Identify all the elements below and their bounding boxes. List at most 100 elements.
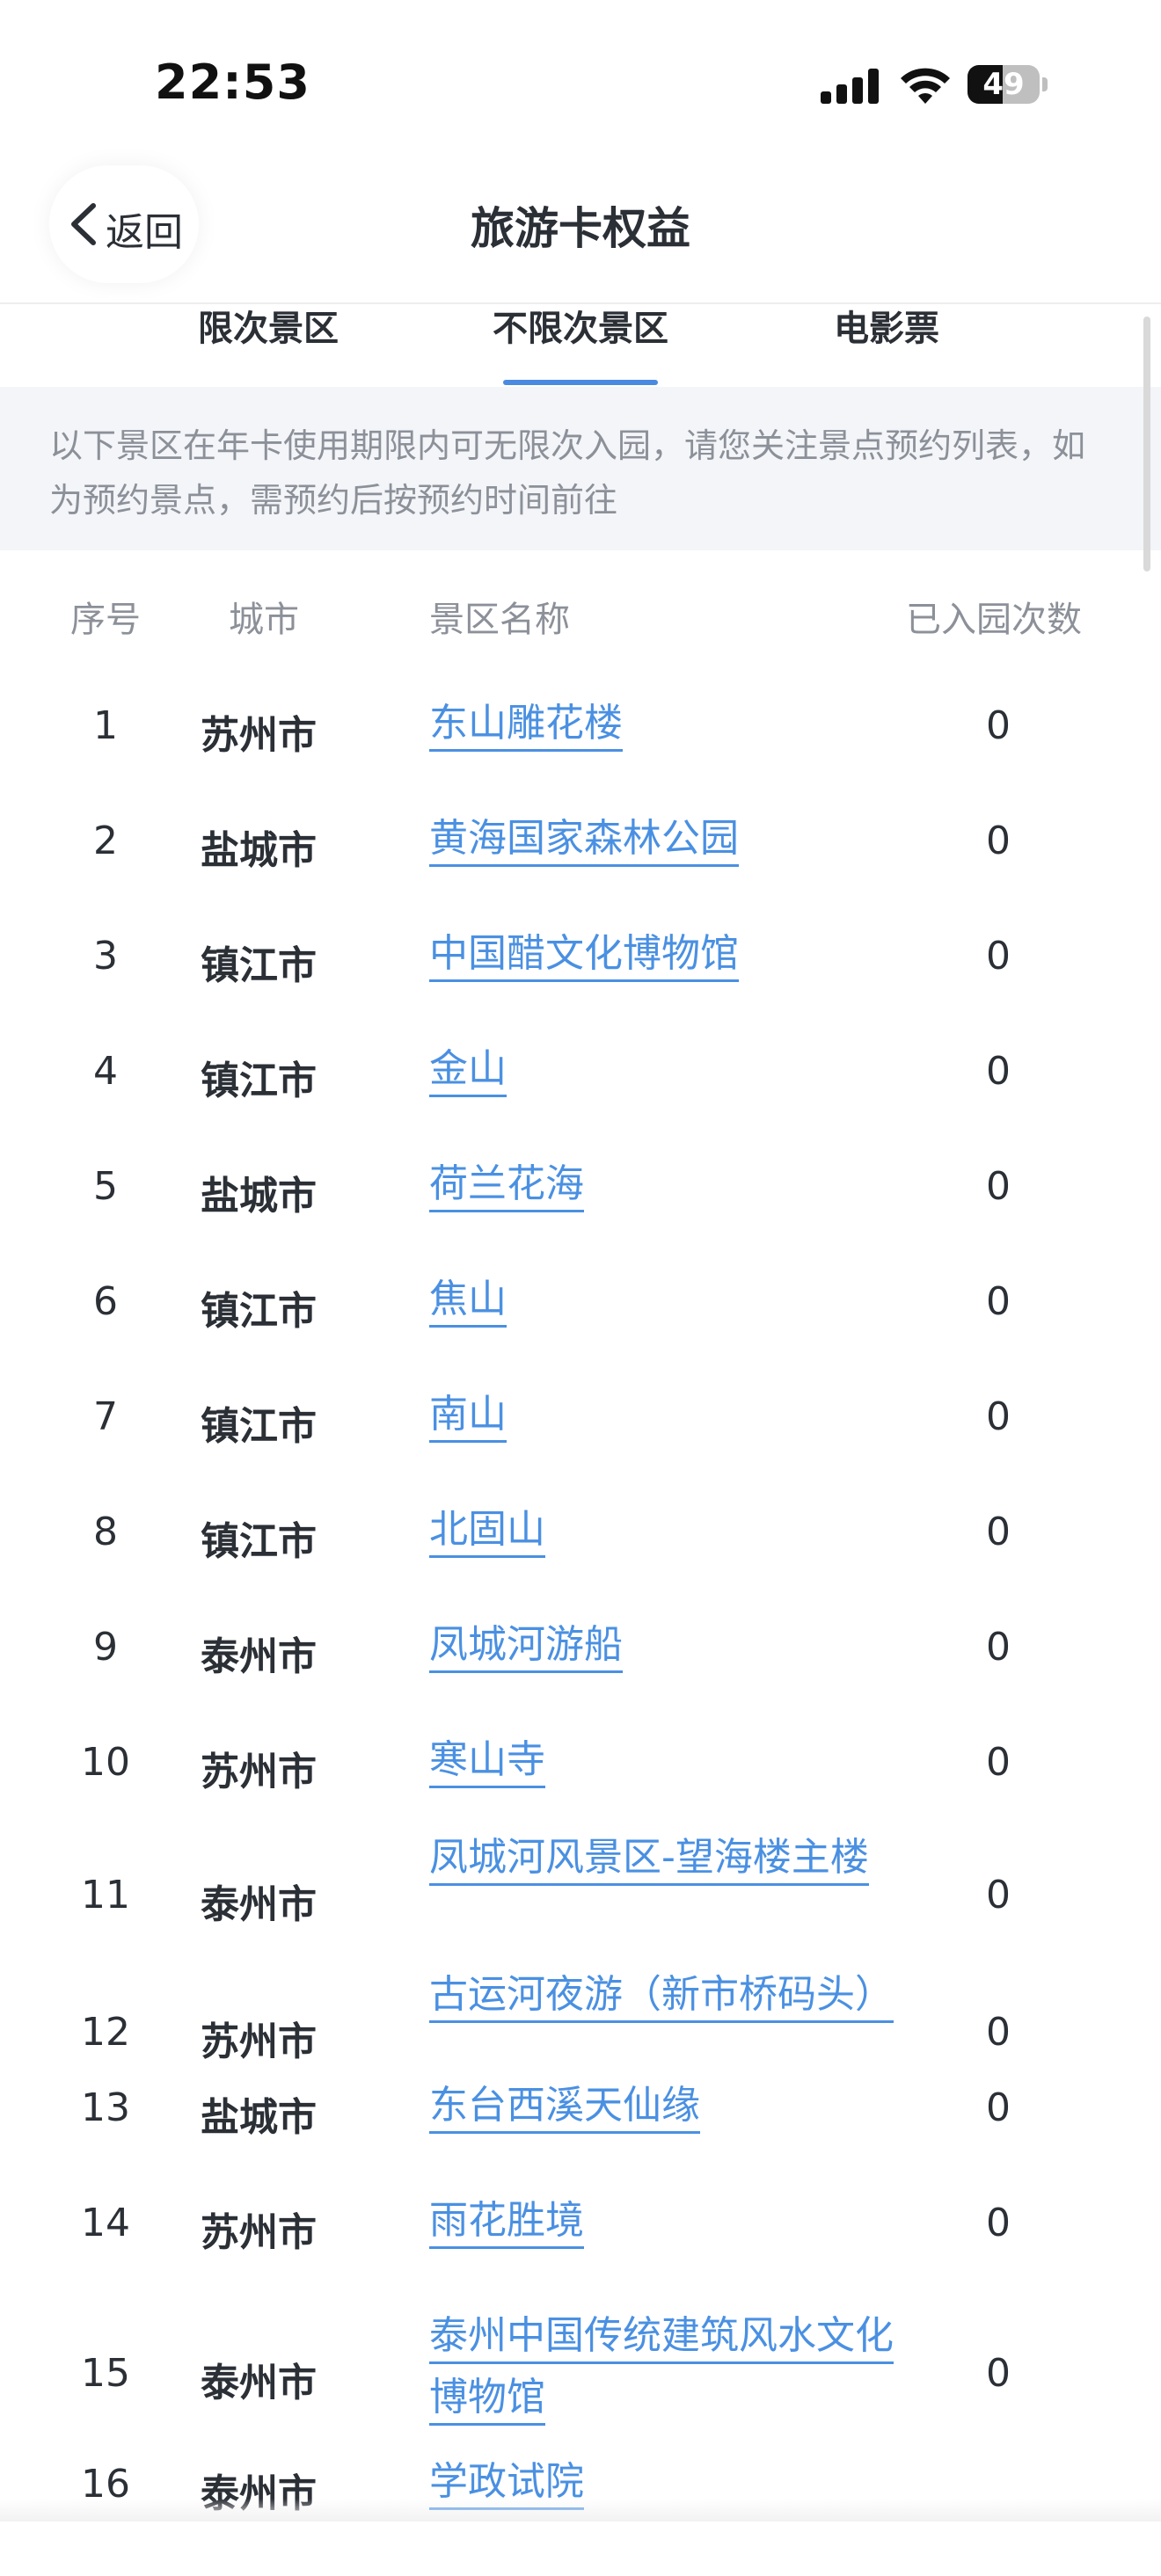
header-city: 城市 — [229, 600, 299, 640]
attraction-link[interactable]: 东山雕花楼 — [429, 693, 904, 754]
row-index: 2 — [93, 819, 118, 863]
tab-bar: 限次景区 不限次景区 电影票 — [0, 304, 1161, 387]
attraction-link[interactable]: 凤城河游船 — [429, 1614, 904, 1676]
attraction-link[interactable]: 焦山 — [429, 1269, 904, 1330]
row-index: 12 — [81, 2010, 130, 2055]
table-row: 12 苏州市 古运河夜游（新市桥码头） 0 — [0, 1972, 1161, 2089]
row-city: 盐城市 — [201, 2095, 317, 2140]
row-city: 盐城市 — [201, 828, 317, 873]
row-index: 4 — [93, 1049, 118, 1094]
attraction-name: 南山 — [429, 1392, 507, 1443]
attraction-link[interactable]: 寒山寺 — [429, 1729, 904, 1791]
attraction-link[interactable]: 中国醋文化博物馆 — [429, 923, 904, 985]
row-index: 3 — [93, 934, 118, 979]
attraction-name: 凤城河风景区-望海楼主楼 — [429, 1835, 869, 1886]
attraction-link[interactable]: 荷兰花海 — [429, 1153, 904, 1215]
attraction-link[interactable]: 泰州中国传统建筑风水文化博物馆 — [429, 2305, 904, 2428]
table-row: 14 苏州市 雨花胜境 0 — [0, 2198, 1161, 2315]
row-index: 13 — [81, 2085, 130, 2130]
table-row: 6 镇江市 焦山 0 — [0, 1277, 1161, 1394]
row-city: 苏州市 — [201, 2210, 317, 2255]
row-index: 6 — [93, 1279, 118, 1324]
header-name: 景区名称 — [429, 600, 570, 640]
row-index: 8 — [93, 1510, 118, 1554]
table-row: 13 盐城市 东台西溪天仙缘 0 — [0, 2083, 1161, 2200]
attraction-name: 古运河夜游（新市桥码头） — [429, 1972, 894, 2023]
table-row: 5 盐城市 荷兰花海 0 — [0, 1161, 1161, 1278]
row-city: 苏州市 — [201, 2019, 317, 2064]
row-city: 苏州市 — [201, 713, 317, 758]
row-index: 11 — [81, 1873, 130, 1917]
notice-text: 以下景区在年卡使用期限内可无限次入园，请您关注景点预约列表，如为预约景点，需预约… — [49, 426, 1086, 520]
table-row: 1 苏州市 东山雕花楼 0 — [0, 701, 1161, 818]
table-row: 2 盐城市 黄海国家森林公园 0 — [0, 816, 1161, 933]
table-row: 4 镇江市 金山 0 — [0, 1046, 1161, 1163]
attraction-link[interactable]: 北固山 — [429, 1499, 904, 1561]
row-index: 14 — [81, 2201, 130, 2245]
row-visit-count: 0 — [986, 1394, 1011, 1439]
attraction-name: 东山雕花楼 — [429, 701, 623, 752]
tab-movie-tickets[interactable]: 电影票 — [816, 304, 957, 387]
battery-icon: 49 — [968, 65, 1048, 104]
row-city: 镇江市 — [201, 1289, 317, 1334]
page-title: 旅游卡权益 — [471, 203, 690, 254]
cellular-signal-icon — [821, 69, 882, 104]
attraction-link[interactable]: 黄海国家森林公园 — [429, 808, 904, 870]
attraction-name: 雨花胜境 — [429, 2198, 584, 2249]
battery-percent: 49 — [982, 67, 1025, 102]
row-visit-count: 0 — [986, 1625, 1011, 1670]
attraction-name: 金山 — [429, 1046, 507, 1097]
row-visit-count: 0 — [986, 2010, 1011, 2055]
notice-banner: 以下景区在年卡使用期限内可无限次入园，请您关注景点预约列表，如为预约景点，需预约… — [0, 387, 1161, 550]
attraction-name: 北固山 — [429, 1507, 545, 1558]
tab-unlimited-attractions[interactable]: 不限次景区 — [479, 304, 682, 387]
attraction-link[interactable]: 东台西溪天仙缘 — [429, 2075, 904, 2136]
row-city: 泰州市 — [201, 1634, 317, 1679]
attraction-name: 中国醋文化博物馆 — [429, 931, 739, 982]
row-index: 9 — [93, 1625, 118, 1670]
row-visit-count: 0 — [986, 1049, 1011, 1094]
tab-limited-attractions[interactable]: 限次景区 — [176, 304, 361, 387]
header-count: 已入园次数 — [906, 600, 1082, 640]
row-visit-count: 0 — [986, 1873, 1011, 1917]
table-row: 15 泰州市 泰州中国传统建筑风水文化博物馆 0 — [0, 2313, 1161, 2430]
row-index: 15 — [81, 2351, 130, 2396]
table-row: 11 泰州市 凤城河风景区-望海楼主楼 0 — [0, 1835, 1161, 1952]
attraction-name: 寒山寺 — [429, 1737, 545, 1788]
row-visit-count: 0 — [986, 1740, 1011, 1785]
status-time: 22:53 — [155, 55, 310, 110]
attraction-name: 泰州中国传统建筑风水文化博物馆 — [429, 2313, 894, 2426]
attraction-name: 凤城河游船 — [429, 1622, 623, 1673]
scrollbar[interactable] — [1143, 317, 1150, 571]
row-city: 盐城市 — [201, 1174, 317, 1219]
row-visit-count: 0 — [986, 1164, 1011, 1209]
attraction-name: 东台西溪天仙缘 — [429, 2083, 700, 2134]
attraction-link[interactable]: 雨花胜境 — [429, 2190, 904, 2252]
row-visit-count: 0 — [986, 2085, 1011, 2130]
row-city: 镇江市 — [201, 1059, 317, 1103]
row-city: 泰州市 — [201, 2361, 317, 2405]
row-visit-count: 0 — [986, 819, 1011, 863]
row-visit-count: 0 — [986, 934, 1011, 979]
row-visit-count: 0 — [986, 1510, 1011, 1554]
bottom-fade — [0, 2499, 1161, 2521]
status-bar: 22:53 49 — [0, 0, 1161, 149]
row-city: 镇江市 — [201, 1519, 317, 1564]
table-row: 8 镇江市 北固山 0 — [0, 1507, 1161, 1624]
row-visit-count: 0 — [986, 2201, 1011, 2245]
row-index: 5 — [93, 1164, 118, 1209]
attraction-link[interactable]: 凤城河风景区-望海楼主楼 — [429, 1827, 904, 1888]
row-city: 泰州市 — [201, 1882, 317, 1927]
row-city: 镇江市 — [201, 1404, 317, 1449]
row-city: 苏州市 — [201, 1750, 317, 1794]
attraction-link[interactable]: 南山 — [429, 1384, 904, 1445]
table-row: 9 泰州市 凤城河游船 0 — [0, 1622, 1161, 1739]
attraction-link[interactable]: 古运河夜游（新市桥码头） — [429, 1964, 904, 2026]
active-tab-indicator — [503, 380, 658, 385]
wifi-icon — [901, 68, 950, 104]
attraction-link[interactable]: 金山 — [429, 1038, 904, 1100]
table-row: 7 镇江市 南山 0 — [0, 1392, 1161, 1509]
row-index: 10 — [81, 1740, 130, 1785]
row-visit-count: 0 — [986, 703, 1011, 748]
attraction-name: 荷兰花海 — [429, 1161, 584, 1212]
